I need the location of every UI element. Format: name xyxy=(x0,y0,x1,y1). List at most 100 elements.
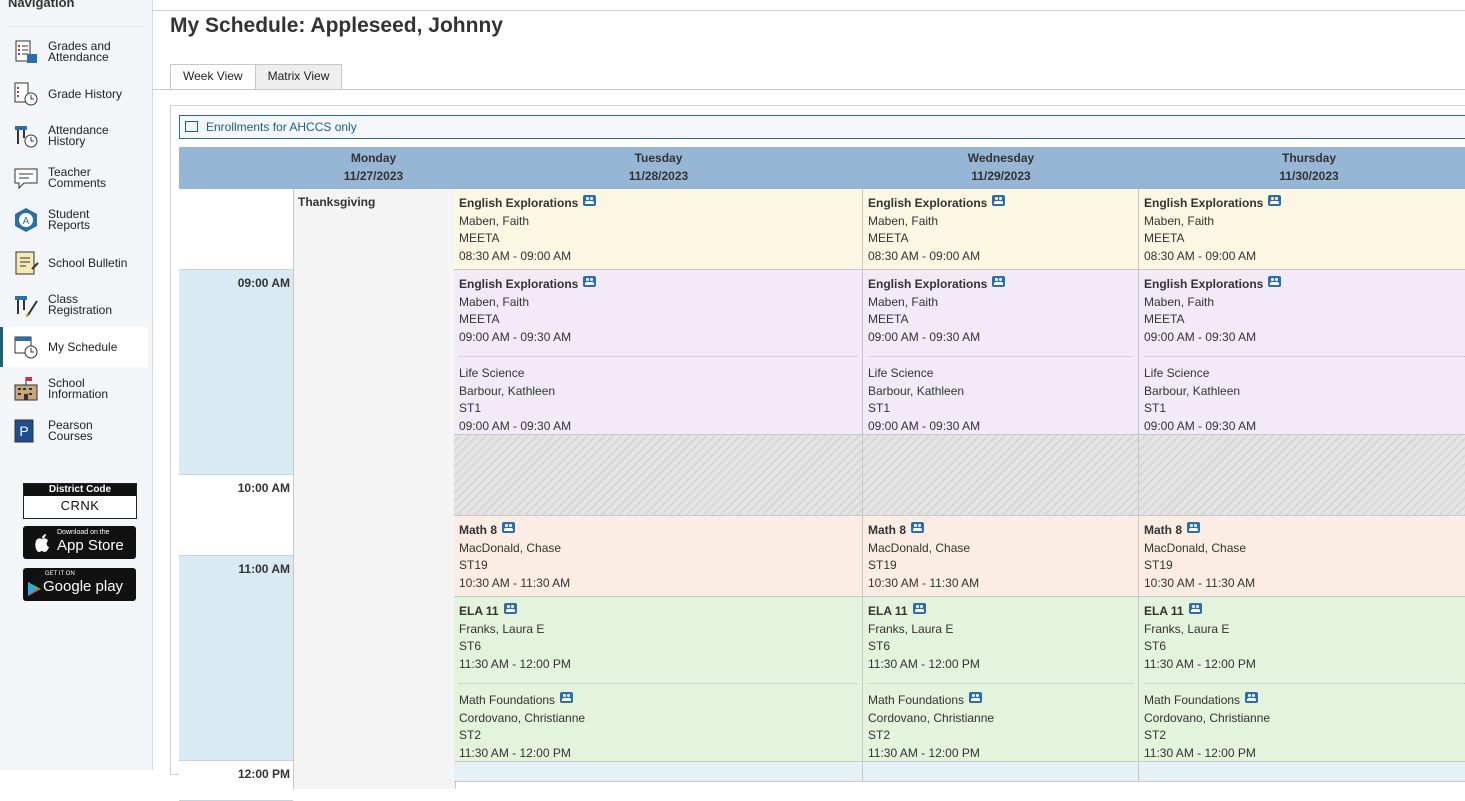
class-block: Math Foundations Cordovano, Christianne ST… xyxy=(1144,692,1465,761)
google-play-big: Google play xyxy=(43,578,124,595)
time-label: 09:00 AM xyxy=(237,276,290,290)
nav-heading: Navigation xyxy=(8,0,75,10)
class-name-row: Life Science xyxy=(459,365,857,383)
class-name: ELA 11 xyxy=(868,604,908,618)
class-block: ELA 11 Franks, Laura E ST6 11:30 AM - 12:00… xyxy=(1144,603,1465,673)
class-cell[interactable]: Math 8 MacDonald, Chase ST19 10:30 AM - 11:… xyxy=(454,516,863,597)
class-cell[interactable] xyxy=(863,762,1139,782)
google-play-button[interactable]: GET IT ON Google play xyxy=(23,568,136,601)
teacher-name: Maben, Faith xyxy=(868,294,939,309)
sidebar: Navigation Grades and Attendance Grade H… xyxy=(0,0,153,770)
sidebar-item-grade-history[interactable]: Grade History xyxy=(0,74,148,114)
sidebar-item-label: Grade History xyxy=(48,86,123,101)
class-name-row: Life Science xyxy=(1144,365,1465,383)
class-time: 10:30 AM - 11:30 AM xyxy=(868,575,980,590)
class-name: Math 8 xyxy=(1144,523,1183,537)
app-store-big: App Store xyxy=(57,537,124,554)
class-cell[interactable] xyxy=(454,762,863,782)
group-icon[interactable] xyxy=(1187,522,1201,533)
teacher-name: Barbour, Kathleen xyxy=(868,383,965,398)
sidebar-item-school-information[interactable]: School Information xyxy=(0,369,148,409)
sidebar-item-attendance-history[interactable]: Attendance History xyxy=(0,116,148,156)
class-time: 09:00 AM - 09:30 AM xyxy=(868,329,981,344)
class-block: English Explorations Maben, Faith MEETA 08:… xyxy=(868,195,1133,265)
class-name-row: English Explorations xyxy=(1144,195,1465,213)
group-icon[interactable] xyxy=(912,603,926,614)
class-cell[interactable] xyxy=(1139,762,1465,782)
group-icon[interactable] xyxy=(503,603,517,614)
group-icon[interactable] xyxy=(969,692,983,703)
room: MEETA xyxy=(868,231,909,245)
class-name: Life Science xyxy=(868,366,934,380)
sidebar-item-my-schedule[interactable]: My Schedule xyxy=(0,327,148,367)
class-cell[interactable]: ELA 11 Franks, Laura E ST6 11:30 AM - 12:00… xyxy=(454,597,863,762)
class-block: English Explorations Maben, Faith MEETA 09:… xyxy=(1144,276,1465,346)
class-name: ELA 11 xyxy=(459,604,499,618)
sidebar-item-label: My Schedule xyxy=(48,339,118,354)
room: ST1 xyxy=(868,401,891,415)
group-icon[interactable] xyxy=(583,195,597,206)
class-block: Life Science Barbour, Kathleen ST1 09:00 AM… xyxy=(459,365,857,434)
day-header: Monday 11/27/2023 xyxy=(293,147,455,189)
group-icon[interactable] xyxy=(911,522,925,533)
class-time: 11:30 AM - 12:00 PM xyxy=(1144,745,1256,760)
sidebar-item-school-bulletin[interactable]: School Bulletin xyxy=(0,243,148,283)
day-name: Wednesday xyxy=(967,151,1035,165)
class-block: English Explorations Maben, Faith MEETA 08:… xyxy=(459,195,857,265)
class-cell[interactable]: English Explorations Maben, Faith MEETA 09:… xyxy=(1139,270,1465,435)
group-icon[interactable] xyxy=(1268,195,1282,206)
class-block: English Explorations Maben, Faith MEETA 08:… xyxy=(1144,195,1465,265)
group-icon[interactable] xyxy=(992,276,1006,287)
class-name: Math 8 xyxy=(868,523,907,537)
district-code-value: CRNK xyxy=(60,498,100,513)
sidebar-item-label: Class Registration xyxy=(48,292,113,317)
group-icon[interactable] xyxy=(1245,692,1259,703)
group-icon[interactable] xyxy=(583,276,597,287)
class-separator xyxy=(1144,356,1465,357)
sidebar-item-teacher-comments[interactable]: Teacher Comments xyxy=(0,158,148,198)
svg-text:P: P xyxy=(19,423,28,439)
schedule-icon xyxy=(12,333,40,361)
room: ST19 xyxy=(1144,558,1173,572)
room: MEETA xyxy=(1144,231,1185,245)
tab-week-view[interactable]: Week View xyxy=(170,64,256,90)
sidebar-item-grades-and-attendance[interactable]: Grades and Attendance xyxy=(0,32,148,72)
class-time: 10:30 AM - 11:30 AM xyxy=(459,575,571,590)
class-cell[interactable]: ELA 11 Franks, Laura E ST6 11:30 AM - 12:00… xyxy=(1139,597,1465,762)
class-cell[interactable]: ELA 11 Franks, Laura E ST6 11:30 AM - 12:00… xyxy=(863,597,1139,762)
sidebar-item-student-reports[interactable]: A Student Reports xyxy=(0,200,148,240)
district-code-label: District Code xyxy=(24,484,136,496)
sidebar-item-pearson-courses[interactable]: P Pearson Courses xyxy=(0,411,148,451)
class-cell[interactable]: English Explorations Maben, Faith MEETA 09:… xyxy=(454,270,863,435)
svg-text:A: A xyxy=(23,216,30,227)
free-period xyxy=(1139,435,1465,516)
group-icon[interactable] xyxy=(1188,603,1202,614)
group-icon[interactable] xyxy=(560,692,574,703)
group-icon[interactable] xyxy=(502,522,516,533)
day-date: 11/28/2023 xyxy=(628,169,689,183)
app-store-button[interactable]: Download on the App Store xyxy=(23,526,136,559)
class-cell[interactable]: Math 8 MacDonald, Chase ST19 10:30 AM - 11:… xyxy=(863,516,1139,597)
class-name: Math Foundations xyxy=(459,693,556,707)
class-time: 11:30 AM - 12:00 PM xyxy=(868,745,980,760)
registration-icon xyxy=(12,291,40,319)
class-cell[interactable]: English Explorations Maben, Faith MEETA 09:… xyxy=(863,270,1139,435)
teacher-name: Franks, Laura E xyxy=(868,621,954,636)
day-header: Thursday 11/30/2023 xyxy=(1139,147,1465,189)
group-icon[interactable] xyxy=(992,195,1006,206)
class-time: 11:30 AM - 12:00 PM xyxy=(459,656,571,671)
time-slot: 11:00 AM xyxy=(179,556,293,761)
tab-matrix-view[interactable]: Matrix View xyxy=(254,64,343,90)
sidebar-item-label: School Bulletin xyxy=(48,255,128,270)
sidebar-item-label: Attendance History xyxy=(48,123,109,148)
class-cell[interactable]: English Explorations Maben, Faith MEETA 08:… xyxy=(1139,189,1465,270)
class-cell[interactable]: English Explorations Maben, Faith MEETA 08:… xyxy=(454,189,863,270)
class-cell[interactable]: Math 8 MacDonald, Chase ST19 10:30 AM - 11:… xyxy=(1139,516,1465,597)
teacher-name: Barbour, Kathleen xyxy=(1144,383,1241,398)
time-slot xyxy=(179,189,293,270)
class-cell[interactable]: English Explorations Maben, Faith MEETA 08:… xyxy=(863,189,1139,270)
class-time: 11:30 AM - 12:00 PM xyxy=(868,656,980,671)
class-block: English Explorations Maben, Faith MEETA 09:… xyxy=(868,276,1133,346)
sidebar-item-class-registration[interactable]: Class Registration xyxy=(0,285,148,325)
group-icon[interactable] xyxy=(1268,276,1282,287)
